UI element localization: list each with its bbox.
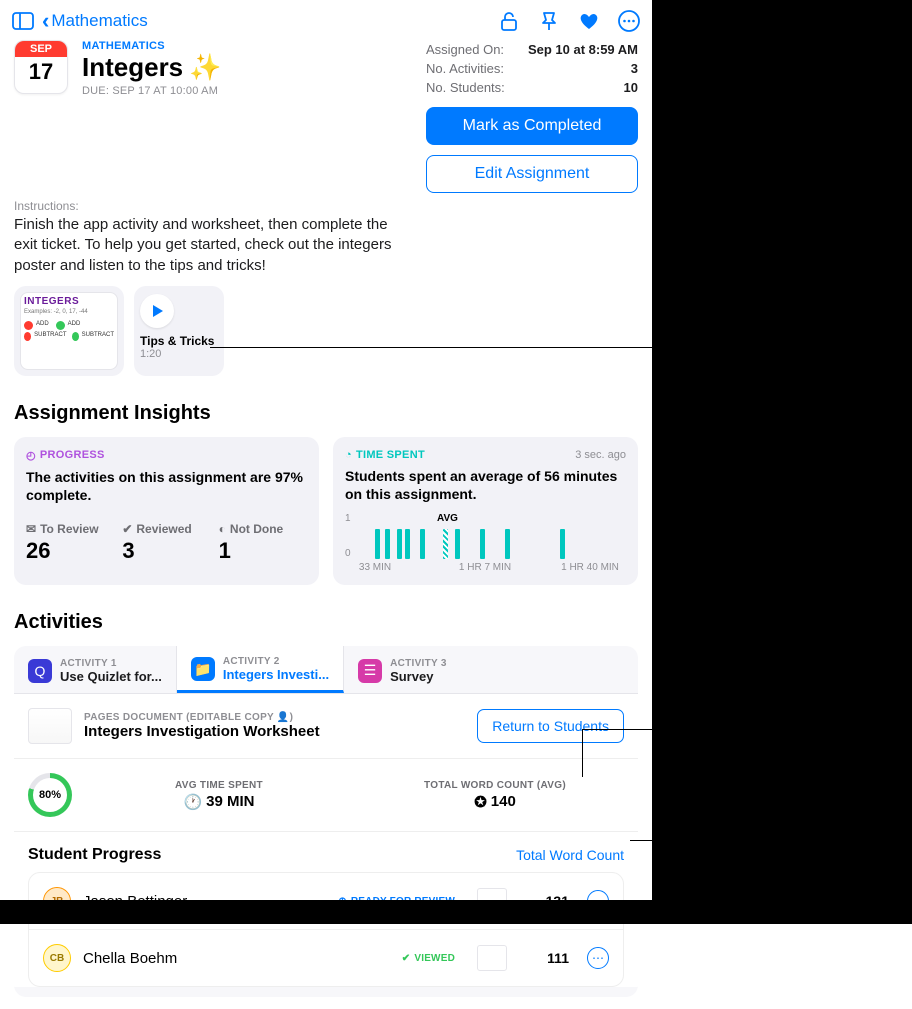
tab-activity-3[interactable]: ☰ ACTIVITY 3 Survey <box>344 646 504 693</box>
student-name: Chella Boehm <box>83 950 390 967</box>
tips-attachment[interactable]: Tips & Tricks 1:20 <box>134 286 224 376</box>
instructions-body: Finish the app activity and worksheet, t… <box>0 215 400 286</box>
tab-num-1: ACTIVITY 1 <box>60 658 162 669</box>
folder-icon: 📁 <box>191 657 215 681</box>
due-label: DUE: SEP 17 AT 10:00 AM <box>82 85 412 97</box>
avg-marker: AVG <box>437 513 458 524</box>
sidebar-toggle-icon[interactable] <box>12 10 34 32</box>
half-icon: ◐ <box>219 522 226 536</box>
time-since: 3 sec. ago <box>575 449 626 461</box>
reviewed-val: 3 <box>122 538 210 564</box>
progress-icon: ◴ <box>26 449 36 462</box>
meta-assigned-val: Sep 10 at 8:59 AM <box>528 42 638 57</box>
progress-header: PROGRESS <box>40 449 105 461</box>
time-card[interactable]: ◔ TIME SPENT 3 sec. ago Students spent a… <box>333 437 638 585</box>
to-review-val: 26 <box>26 538 114 564</box>
not-done-val: 1 <box>219 538 307 564</box>
quizlet-icon: Q <box>28 659 52 683</box>
chevron-left-icon: ‹ <box>42 8 49 34</box>
inbox-icon: ✉ <box>26 522 36 536</box>
meta-assigned-lbl: Assigned On: <box>426 42 504 57</box>
check-icon: ✔ <box>122 522 132 536</box>
clock-icon: ◔ <box>345 449 352 461</box>
time-body: Students spent an average of 56 minutes … <box>345 467 626 503</box>
instructions-label: Instructions: <box>0 193 652 215</box>
tab-activity-1[interactable]: Q ACTIVITY 1 Use Quizlet for... <box>14 646 177 693</box>
subject-badge: MATHEMATICS <box>82 40 412 52</box>
time-header: TIME SPENT <box>356 449 425 461</box>
back-label: Mathematics <box>51 11 147 31</box>
page-title: Integers <box>82 52 183 83</box>
student-more-button[interactable]: ⋯ <box>587 947 609 969</box>
lock-open-icon[interactable] <box>498 10 520 32</box>
mark-completed-button[interactable]: Mark as Completed <box>426 107 638 145</box>
student-progress-heading: Student Progress <box>28 846 161 864</box>
calendar-day: 17 <box>29 57 53 85</box>
avg-time-lbl: AVG TIME SPENT <box>90 780 348 791</box>
poster-attachment[interactable]: INTEGERS Examples: -2, 0, 17, -44 ADD AD… <box>14 286 124 376</box>
tab-name-3: Survey <box>390 669 447 684</box>
calendar-month: SEP <box>15 41 67 57</box>
meta-students-lbl: No. Students: <box>426 80 505 95</box>
back-button[interactable]: ‹ Mathematics <box>42 8 148 34</box>
submission-thumb <box>477 945 507 971</box>
badge-icon: ✪ <box>474 793 487 811</box>
meta-students-val: 10 <box>624 80 638 95</box>
calendar-badge: SEP 17 <box>14 40 68 94</box>
activities-heading: Activities <box>0 603 652 642</box>
heart-icon[interactable] <box>578 10 600 32</box>
avg-time-val: 39 MIN <box>206 793 254 810</box>
doc-type: PAGES DOCUMENT (EDITABLE COPY 👤) <box>84 712 465 723</box>
tab-activity-2[interactable]: 📁 ACTIVITY 2 Integers Investi... <box>177 646 344 693</box>
reviewed-lbl: Reviewed <box>136 522 191 536</box>
more-icon[interactable] <box>618 10 640 32</box>
student-word-count: 111 <box>529 950 569 966</box>
tips-title: Tips & Tricks <box>140 334 218 348</box>
sparkle-icon: ✨ <box>189 52 221 83</box>
doc-title: Integers Investigation Worksheet <box>84 723 465 740</box>
clock-icon-small: 🕐 <box>183 793 202 811</box>
poster-title: INTEGERS <box>24 296 114 307</box>
play-icon <box>140 294 174 328</box>
student-status: VIEWED <box>414 953 455 964</box>
survey-icon: ☰ <box>358 659 382 683</box>
avg-word-lbl: TOTAL WORD COUNT (AVG) <box>366 780 624 791</box>
meta-activities-val: 3 <box>631 61 638 76</box>
avatar: CB <box>43 944 71 972</box>
total-word-count-link[interactable]: Total Word Count <box>516 847 624 863</box>
progress-pct: 80% <box>39 789 61 801</box>
time-chart: 1 0 AVG 33 MIN 1 HR 7 MIN 1 HR 40 MIN <box>345 513 626 573</box>
tab-num-3: ACTIVITY 3 <box>390 658 447 669</box>
meta-activities-lbl: No. Activities: <box>426 61 504 76</box>
progress-body: The activities on this assignment are 97… <box>26 468 307 504</box>
tab-name-1: Use Quizlet for... <box>60 669 162 684</box>
doc-thumb <box>28 708 72 744</box>
pin-icon[interactable] <box>538 10 560 32</box>
tab-num-2: ACTIVITY 2 <box>223 656 329 667</box>
student-row[interactable]: CB Chella Boehm ✔VIEWED 111 ⋯ <box>29 930 623 986</box>
return-students-button[interactable]: Return to Students <box>477 709 624 743</box>
not-done-lbl: Not Done <box>230 522 283 536</box>
progress-card[interactable]: ◴ PROGRESS The activities on this assign… <box>14 437 319 585</box>
to-review-lbl: To Review <box>40 522 98 536</box>
insights-heading: Assignment Insights <box>0 394 652 433</box>
viewed-icon: ✔ <box>402 953 411 964</box>
tips-duration: 1:20 <box>140 348 218 360</box>
tab-name-2: Integers Investi... <box>223 667 329 682</box>
progress-ring: 80% <box>28 773 72 817</box>
edit-assignment-button[interactable]: Edit Assignment <box>426 155 638 193</box>
avg-word-val: 140 <box>491 793 516 810</box>
